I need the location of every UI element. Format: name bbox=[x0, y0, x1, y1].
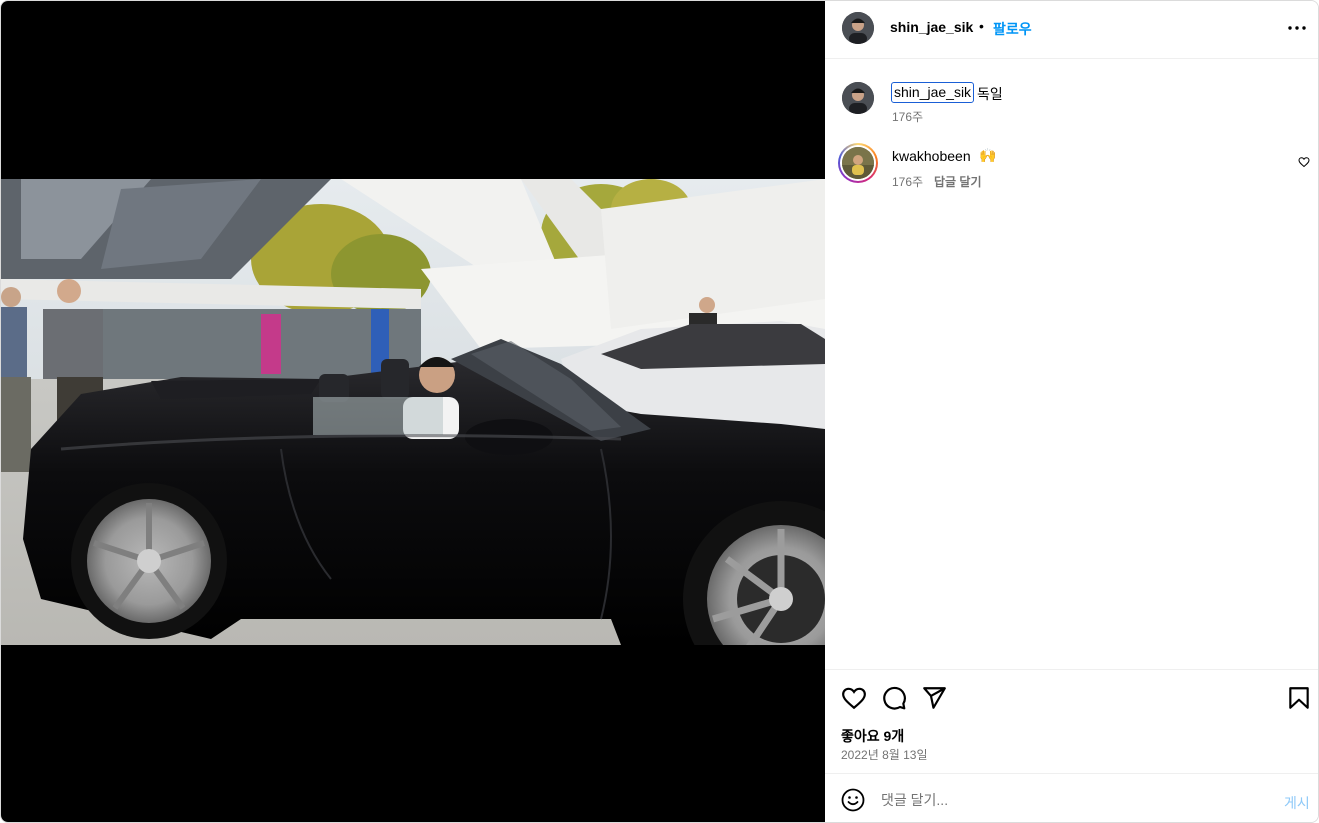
share-icon[interactable] bbox=[921, 685, 947, 711]
emoji-icon[interactable] bbox=[841, 788, 865, 812]
caption-text: 독일 bbox=[977, 86, 1003, 102]
commenter-avatar[interactable] bbox=[842, 147, 874, 179]
comment-text: 🙌 bbox=[979, 147, 997, 163]
follow-button[interactable]: 팔로우 bbox=[993, 19, 1032, 39]
likes-count[interactable]: 좋아요 9개 bbox=[841, 726, 904, 746]
post-photo[interactable] bbox=[1, 179, 825, 645]
author-username[interactable]: shin_jae_sik bbox=[890, 19, 973, 35]
post-modal: shin_jae_sik • 팔로우 shin_jae_sik 독일 176주 bbox=[0, 0, 1319, 823]
caption-avatar[interactable] bbox=[842, 82, 874, 114]
reply-button[interactable]: 답글 달기 bbox=[934, 173, 982, 190]
comments-list: shin_jae_sik 독일 176주 kwakhobeen 🙌 176주 답… bbox=[825, 59, 1318, 669]
comment-time[interactable]: 176주 bbox=[892, 173, 923, 190]
story-ring[interactable] bbox=[838, 143, 878, 183]
comment-icon[interactable] bbox=[881, 685, 907, 711]
post-button[interactable]: 게시 bbox=[1284, 793, 1310, 813]
post-date[interactable]: 2022년 8월 13일 bbox=[841, 746, 928, 763]
author-avatar[interactable] bbox=[842, 12, 874, 44]
post-media bbox=[1, 1, 825, 822]
caption-username[interactable]: shin_jae_sik bbox=[891, 82, 975, 103]
post-side-panel: shin_jae_sik • 팔로우 shin_jae_sik 독일 176주 bbox=[825, 1, 1318, 822]
heart-outline-icon[interactable] bbox=[841, 685, 867, 711]
bookmark-icon[interactable] bbox=[1286, 685, 1312, 711]
post-header: shin_jae_sik • 팔로우 bbox=[825, 1, 1318, 59]
caption-time[interactable]: 176주 bbox=[892, 108, 923, 125]
comment-username[interactable]: kwakhobeen bbox=[892, 148, 971, 164]
post-actions: 좋아요 9개 2022년 8월 13일 bbox=[825, 669, 1318, 773]
more-horizontal-icon[interactable] bbox=[1287, 20, 1307, 40]
separator-dot: • bbox=[979, 18, 984, 34]
comment-input[interactable] bbox=[881, 786, 1261, 814]
heart-outline-icon[interactable] bbox=[1298, 155, 1310, 168]
comment-composer: 게시 bbox=[825, 773, 1318, 822]
